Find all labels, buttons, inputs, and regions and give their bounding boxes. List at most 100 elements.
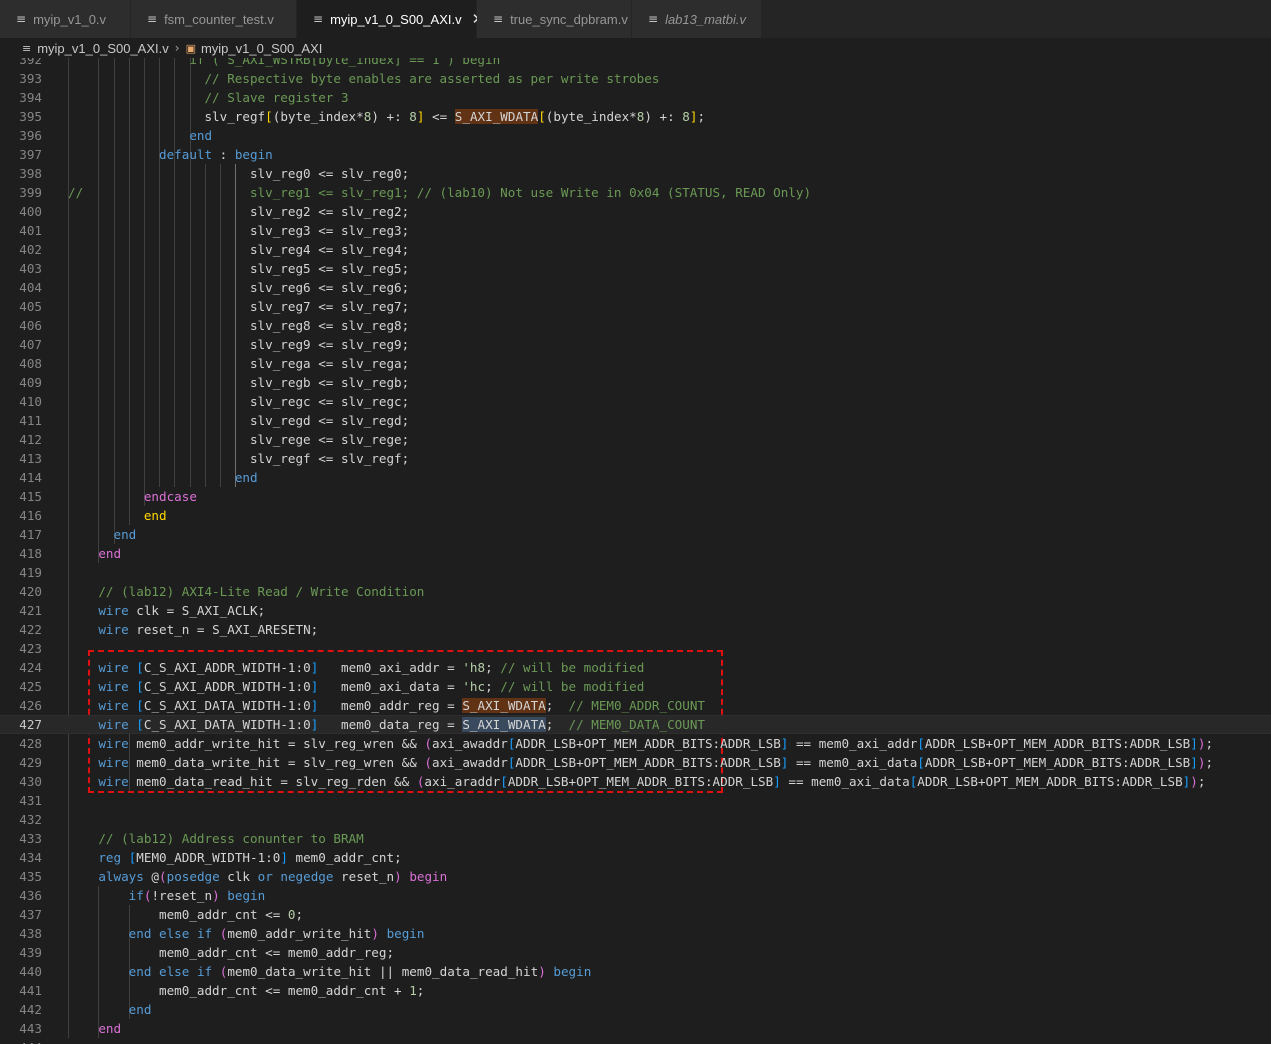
code-line[interactable]: 403 slv_reg5 <= slv_reg5; xyxy=(0,259,1271,278)
code-line[interactable]: 392 if ( S_AXI_WSTRB[byte_index] == 1 ) … xyxy=(0,58,1271,69)
code-line[interactable]: 393 // Respective byte enables are asser… xyxy=(0,69,1271,88)
file-lines-icon: ≡ xyxy=(147,12,158,26)
code-line[interactable]: 444 xyxy=(0,1038,1271,1044)
code-token: end xyxy=(128,964,152,979)
code-line[interactable]: 426 wire [C_S_AXI_DATA_WIDTH-1:0] mem0_a… xyxy=(0,696,1271,715)
line-number: 435 xyxy=(19,869,42,884)
code-line[interactable]: 425 wire [C_S_AXI_ADDR_WIDTH-1:0] mem0_a… xyxy=(0,677,1271,696)
breadcrumb-module[interactable]: myip_v1_0_S00_AXI xyxy=(201,41,322,56)
code-line[interactable]: 436 if(!reset_n) begin xyxy=(0,886,1271,905)
code-line[interactable]: 395 slv_regf[(byte_index*8) +: 8] <= S_A… xyxy=(0,107,1271,126)
code-token: ) xyxy=(371,926,379,941)
code-token: ADDR_LSB+OPT_MEM_ADDR_BITS:ADDR_LSB xyxy=(917,774,1183,789)
code-line[interactable]: 432 xyxy=(0,810,1271,829)
code-token: ; xyxy=(1197,774,1206,789)
code-line[interactable]: 443 end xyxy=(0,1019,1271,1038)
code-token: == mem0_axi_addr xyxy=(788,736,918,751)
code-token: 1 xyxy=(409,983,417,998)
code-text: // Respective byte enables are asserted … xyxy=(68,69,659,88)
code-line[interactable]: 402 slv_reg4 <= slv_reg4; xyxy=(0,240,1271,259)
code-line[interactable]: 439 mem0_addr_cnt <= mem0_addr_reg; xyxy=(0,943,1271,962)
code-line[interactable]: 440 end else if (mem0_data_write_hit || … xyxy=(0,962,1271,981)
tab-true-sync-dpbram-v[interactable]: ≡ true_sync_dpbram.v xyxy=(477,0,632,38)
code-line[interactable]: 401 slv_reg3 <= slv_reg3; xyxy=(0,221,1271,240)
code-text: slv_reg0 <= slv_reg0; xyxy=(68,164,409,183)
code-line[interactable]: 420 // (lab12) AXI4-Lite Read / Write Co… xyxy=(0,582,1271,601)
tab-lab13-matbi-v[interactable]: ≡ lab13_matbi.v xyxy=(632,0,762,38)
code-line[interactable]: 411 slv_regd <= slv_regd; xyxy=(0,411,1271,430)
file-lines-icon: ≡ xyxy=(648,12,659,26)
line-number: 403 xyxy=(19,261,42,276)
code-line[interactable]: 435 always @(posedge clk or negedge rese… xyxy=(0,867,1271,886)
code-line[interactable]: 398 slv_reg0 <= slv_reg0; xyxy=(0,164,1271,183)
line-number: 408 xyxy=(19,356,42,371)
code-line[interactable]: 416 end xyxy=(0,506,1271,525)
code-line[interactable]: 421 wire clk = S_AXI_ACLK; xyxy=(0,601,1271,620)
line-number: 443 xyxy=(19,1021,42,1036)
code-line[interactable]: 430 wire mem0_data_read_hit = slv_reg_rd… xyxy=(0,772,1271,791)
code-line[interactable]: 406 slv_reg8 <= slv_reg8; xyxy=(0,316,1271,335)
code-text: slv_rege <= slv_rege; xyxy=(68,430,409,449)
code-token: mem0_addr_write_hit = slv_reg_wren && xyxy=(128,736,425,751)
code-token: clk xyxy=(219,869,258,884)
code-line[interactable]: 413 slv_regf <= slv_regf; xyxy=(0,449,1271,468)
code-line[interactable]: 424 wire [C_S_AXI_ADDR_WIDTH-1:0] mem0_a… xyxy=(0,658,1271,677)
code-token: ) xyxy=(538,964,546,979)
code-line[interactable]: 428 wire mem0_addr_write_hit = slv_reg_w… xyxy=(0,734,1271,753)
code-line[interactable]: 434 reg [MEM0_ADDR_WIDTH-1:0] mem0_addr_… xyxy=(0,848,1271,867)
code-line[interactable]: 399 // slv_reg1 <= slv_reg1; // (lab10) N… xyxy=(0,183,1271,202)
code-line[interactable]: 429 wire mem0_data_write_hit = slv_reg_w… xyxy=(0,753,1271,772)
code-token: ; xyxy=(485,660,501,675)
code-token: end xyxy=(98,1021,122,1036)
line-number: 395 xyxy=(19,109,42,124)
code-token: end xyxy=(128,926,152,941)
code-line[interactable]: 396 end xyxy=(0,126,1271,145)
code-line[interactable]: 422 wire reset_n = S_AXI_ARESETN; xyxy=(0,620,1271,639)
code-line[interactable]: 394 // Slave register 3 xyxy=(0,88,1271,107)
code-text: wire [C_S_AXI_ADDR_WIDTH-1:0] mem0_axi_d… xyxy=(68,677,644,696)
code-line[interactable]: 419 xyxy=(0,563,1271,582)
code-line[interactable]: 415 endcase xyxy=(0,487,1271,506)
code-line[interactable]: 427 wire [C_S_AXI_DATA_WIDTH-1:0] mem0_d… xyxy=(0,715,1271,734)
code-token: ( xyxy=(159,869,167,884)
code-line[interactable]: 408 slv_rega <= slv_rega; xyxy=(0,354,1271,373)
code-token: wire xyxy=(98,698,129,713)
code-line[interactable]: 410 slv_regc <= slv_regc; xyxy=(0,392,1271,411)
code-line[interactable]: 414 end xyxy=(0,468,1271,487)
code-line[interactable]: 412 slv_rege <= slv_rege; xyxy=(0,430,1271,449)
code-token: always xyxy=(98,869,144,884)
code-line[interactable]: 400 slv_reg2 <= slv_reg2; xyxy=(0,202,1271,221)
code-token: // (lab12) AXI4-Lite Read / Write Condit… xyxy=(68,584,425,599)
code-token: [ xyxy=(136,717,144,732)
code-token: ] xyxy=(1190,755,1198,770)
code-line[interactable]: 442 end xyxy=(0,1000,1271,1019)
code-editor[interactable]: 392 if ( S_AXI_WSTRB[byte_index] == 1 ) … xyxy=(0,58,1271,1044)
code-token: wire xyxy=(98,660,129,675)
code-line[interactable]: 418 end xyxy=(0,544,1271,563)
code-line[interactable]: 405 slv_reg7 <= slv_reg7; xyxy=(0,297,1271,316)
code-line[interactable]: 397 default : begin xyxy=(0,145,1271,164)
code-line[interactable]: 417 end xyxy=(0,525,1271,544)
code-line[interactable]: 437 mem0_addr_cnt <= 0; xyxy=(0,905,1271,924)
code-token: posedge xyxy=(166,869,220,884)
code-line[interactable]: 423 xyxy=(0,639,1271,658)
tab-fsm-counter-test-v[interactable]: ≡ fsm_counter_test.v xyxy=(131,0,297,38)
code-token: mem0_data_write_hit || mem0_data_read_hi… xyxy=(227,964,539,979)
code-line[interactable]: 441 mem0_addr_cnt <= mem0_addr_cnt + 1; xyxy=(0,981,1271,1000)
code-line[interactable]: 404 slv_reg6 <= slv_reg6; xyxy=(0,278,1271,297)
tab-myip-v1-0-s00-axi-v[interactable]: ≡myip_v1_0_S00_AXI.v✕ xyxy=(297,0,484,38)
tab-myip-v1-0-v[interactable]: ≡ myip_v1_0.v xyxy=(0,0,131,38)
line-number: 409 xyxy=(19,375,42,390)
code-line[interactable]: 407 slv_reg9 <= slv_reg9; xyxy=(0,335,1271,354)
code-token: ADDR_LSB+OPT_MEM_ADDR_BITS:ADDR_LSB xyxy=(924,755,1191,770)
code-line[interactable]: 438 end else if (mem0_addr_write_hit) be… xyxy=(0,924,1271,943)
code-line[interactable]: 409 slv_regb <= slv_regb; xyxy=(0,373,1271,392)
code-line[interactable]: 431 xyxy=(0,791,1271,810)
code-token: end xyxy=(98,546,122,561)
breadcrumb-file[interactable]: myip_v1_0_S00_AXI.v xyxy=(37,41,169,56)
code-line[interactable]: 433 // (lab12) Address conunter to BRAM xyxy=(0,829,1271,848)
